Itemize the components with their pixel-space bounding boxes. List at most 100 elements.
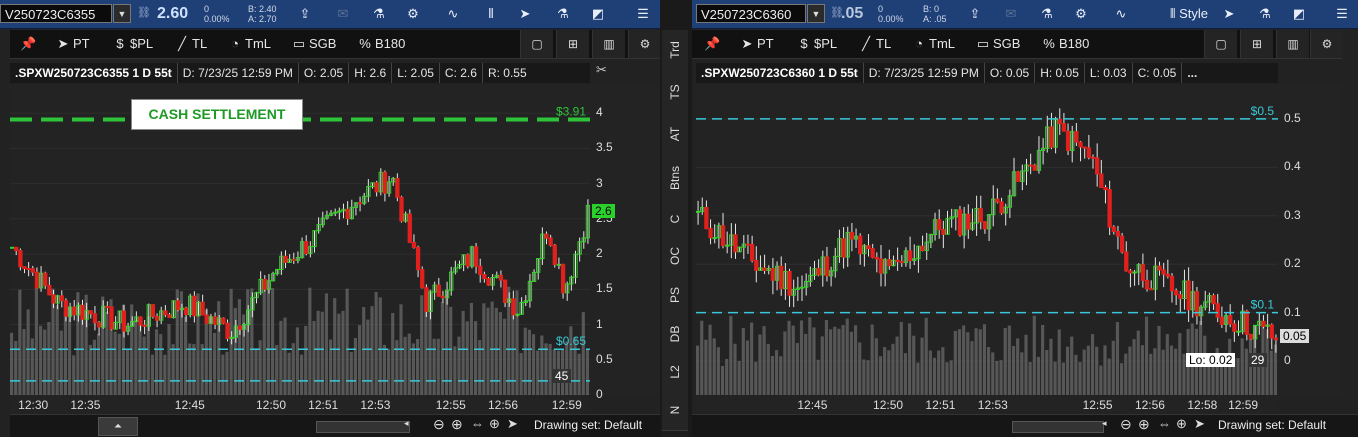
left-scroll-left-icon[interactable]: ◂	[404, 418, 409, 429]
right-tool-tml[interactable]: ◔ TmL	[911, 30, 955, 58]
right-price-axis[interactable]: 0.5 0.4 0.3 0.2 0.1 0 0.05 Lo: 0.02 29	[1186, 85, 1342, 395]
left-menu-icon[interactable]: ☰	[628, 3, 658, 25]
right-message-icon[interactable]: ✉	[998, 3, 1024, 25]
left-expand-icon[interactable]: ⏶	[98, 417, 138, 436]
side-tab-btns[interactable]: Btns	[662, 154, 688, 203]
volume-bar	[1157, 325, 1161, 395]
right-pointer-icon[interactable]: ➤	[1194, 416, 1205, 432]
left-symbol-dropdown[interactable]: ▼	[113, 4, 131, 23]
right-tool-pt[interactable]: ➤ PT	[739, 30, 774, 58]
volume-bar	[63, 311, 67, 395]
left-studies-icon[interactable]: ∿	[440, 3, 466, 25]
left-flask-icon[interactable]: ⚗	[366, 3, 392, 25]
side-tab-l2[interactable]: L2	[662, 354, 688, 391]
candle	[212, 316, 218, 325]
right-zoom-out-icon[interactable]: ⊖	[1120, 416, 1132, 433]
left-message-icon[interactable]: ✉	[330, 3, 356, 25]
side-tab-trd[interactable]: Trd	[662, 30, 688, 71]
volume-bar	[449, 306, 453, 395]
left-tool-pl[interactable]: $ $PL	[112, 30, 153, 58]
left-tool-pt[interactable]: ➤ PT	[55, 30, 90, 58]
right-square-icon[interactable]: ▢	[1204, 30, 1237, 58]
right-settings-icon[interactable]: ⚙	[1310, 30, 1343, 58]
left-price-chart[interactable]: $3.91 $0.65	[10, 85, 590, 395]
low-level-line-label: $0.1	[1251, 298, 1275, 312]
right-flask-icon[interactable]: ⚗	[1034, 3, 1060, 25]
right-tool-b180[interactable]: % B180	[1041, 30, 1089, 58]
right-drawing-set[interactable]: Drawing set: Default	[1218, 418, 1326, 432]
side-tab-oc[interactable]: OC	[662, 236, 688, 277]
right-tool-tl[interactable]: ╱ TL	[858, 30, 891, 58]
left-tool-tml[interactable]: ◔ TmL	[227, 30, 271, 58]
left-price-axis[interactable]: 4 3.5 3 2.5 2 1.5 1 0.5 0 2.6 45	[552, 85, 660, 401]
right-share-icon[interactable]: ⇪	[962, 3, 988, 25]
left-drawing-icon[interactable]: ◩	[585, 3, 611, 25]
left-time-axis[interactable]: 12:30 12:35 12:45 12:50 12:51 12:53 12:55 12:56…	[10, 395, 590, 415]
left-bars-icon[interactable]: ▥	[592, 30, 625, 58]
volume-bar	[837, 328, 841, 395]
volume-bar	[816, 359, 820, 395]
volume-bar	[345, 288, 349, 395]
candle	[167, 314, 172, 319]
side-tab-ps[interactable]: PS	[662, 276, 688, 315]
side-tab-at[interactable]: AT	[662, 114, 688, 155]
candle	[1074, 131, 1079, 143]
side-tab-ts[interactable]: TS	[662, 70, 688, 115]
left-tool-tl[interactable]: ╱ TL	[174, 30, 207, 58]
left-pan-icon[interactable]: ⇔	[471, 416, 484, 431]
left-zoom-out-icon[interactable]: ⊖	[433, 416, 445, 433]
candle	[799, 286, 805, 289]
left-link-icon[interactable]: ⛓	[137, 6, 151, 19]
left-gear-icon[interactable]: ⚙	[400, 3, 426, 25]
left-tool-b180[interactable]: % B180	[357, 30, 405, 58]
right-time-axis[interactable]: 12:45 12:50 12:51 12:53 12:55 12:56 12:58 12:59	[696, 395, 1278, 415]
right-menu-icon[interactable]: ☰	[1328, 3, 1356, 25]
right-symbol-dropdown[interactable]: ▼	[807, 4, 825, 23]
right-zoom-in-icon[interactable]: ⊕	[1138, 416, 1150, 433]
right-symbol-input[interactable]: V250723C6360	[696, 4, 806, 23]
right-tool-pl[interactable]: $ $PL	[796, 30, 837, 58]
volume-bar	[150, 354, 154, 395]
right-crosshair-icon[interactable]: ⊕	[1176, 416, 1187, 432]
left-settings-icon[interactable]: ⚙	[628, 30, 660, 58]
right-cursor-icon[interactable]: ➤	[1216, 3, 1242, 25]
candle	[478, 265, 483, 276]
left-crosshair-icon[interactable]: ⊕	[489, 416, 500, 432]
left-flask2-icon[interactable]: ⚗	[550, 3, 576, 25]
right-pan-icon[interactable]: ⇔	[1158, 416, 1171, 431]
left-pointer-icon[interactable]: ➤	[507, 416, 518, 432]
candle	[1157, 265, 1162, 271]
candle	[154, 315, 160, 321]
left-grid-icon[interactable]: ⊞	[556, 30, 589, 58]
volume-bar	[945, 362, 949, 395]
right-gear-icon[interactable]: ⚙	[1068, 3, 1094, 25]
left-scrollbar[interactable]	[316, 421, 410, 433]
right-pin-icon[interactable]: 📌	[704, 30, 720, 58]
left-zoom-in-icon[interactable]: ⊕	[451, 416, 463, 433]
right-flask2-icon[interactable]: ⚗	[1252, 3, 1278, 25]
right-grid-icon[interactable]: ⊞	[1240, 30, 1273, 58]
left-tool-sgb[interactable]: ▭ SGB	[291, 30, 337, 58]
left-candle-icon[interactable]: ⫴	[478, 3, 504, 25]
right-drawing-icon[interactable]: ◩	[1286, 3, 1312, 25]
candle	[51, 294, 56, 304]
left-share-icon[interactable]: ⇪	[292, 3, 318, 25]
side-tab-n[interactable]: N	[662, 390, 688, 431]
right-scrollbar[interactable]	[1012, 421, 1104, 433]
right-scroll-left-icon[interactable]: ◂	[1102, 418, 1107, 429]
left-scissors-icon[interactable]: ✂	[596, 62, 607, 78]
volume-bar	[266, 288, 270, 395]
right-studies-icon[interactable]: ∿	[1108, 3, 1134, 25]
left-pin-icon[interactable]: 📌	[20, 30, 36, 58]
left-symbol-input[interactable]: V250723C6355	[0, 4, 112, 23]
volume-bar	[287, 352, 291, 395]
right-bars-icon[interactable]: ▥	[1276, 30, 1309, 58]
left-square-icon[interactable]: ▢	[520, 30, 553, 58]
side-tab-db[interactable]: DB	[662, 314, 688, 355]
side-tab-c[interactable]: C	[662, 202, 688, 237]
right-price-chart[interactable]: $0.5 $0.1	[696, 85, 1278, 395]
left-drawing-set[interactable]: Drawing set: Default	[534, 418, 642, 432]
left-cursor-icon[interactable]: ➤	[512, 3, 538, 25]
right-tool-sgb[interactable]: ▭ SGB	[975, 30, 1021, 58]
candle	[283, 255, 288, 263]
